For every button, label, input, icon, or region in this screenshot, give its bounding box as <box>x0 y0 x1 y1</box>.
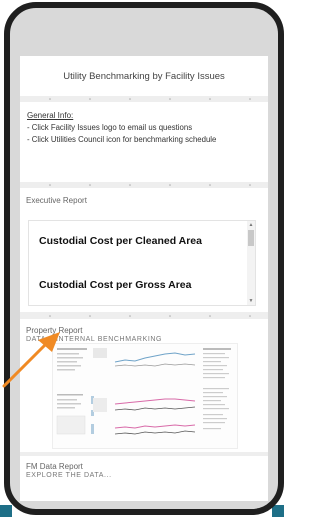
general-info-line[interactable]: - Click Utilities Council icon for bench… <box>27 134 262 146</box>
scroll-down-arrow-icon[interactable]: ▼ <box>248 298 254 304</box>
scroll-up-arrow-icon[interactable]: ▲ <box>248 222 254 228</box>
phone-frame: Utility Benchmarking by Facility Issues … <box>4 2 284 515</box>
fm-data-report-card[interactable]: FM Data Report EXPLORE THE DATA... <box>20 456 268 501</box>
general-info-heading: General Info: <box>27 111 74 120</box>
scroll-thumb[interactable] <box>248 230 254 246</box>
divider-dots <box>49 184 251 186</box>
executive-report-list[interactable]: Custodial Cost per Cleaned Area Custodia… <box>28 220 256 306</box>
property-report-thumbnail[interactable] <box>52 343 238 449</box>
fm-data-report-label: FM Data Report <box>26 462 83 471</box>
executive-report-item[interactable]: Custodial Cost per Cleaned Area <box>39 235 202 247</box>
divider-dots <box>49 98 251 100</box>
list-scrollbar[interactable]: ▲ ▼ <box>247 221 255 305</box>
orange-arrow-icon <box>2 332 60 388</box>
header-card: Utility Benchmarking by Facility Issues <box>20 56 268 96</box>
fm-data-report-subtitle: EXPLORE THE DATA... <box>26 472 112 479</box>
executive-report-item[interactable]: Custodial Cost per Gross Area <box>39 279 191 291</box>
executive-report-card: Executive Report Custodial Cost per Clea… <box>20 188 268 312</box>
app-title: Utility Benchmarking by Facility Issues <box>63 70 225 82</box>
general-info-line[interactable]: - Click Facility Issues logo to email us… <box>27 122 262 134</box>
executive-report-label: Executive Report <box>26 196 87 205</box>
divider-dots <box>49 315 251 317</box>
teal-corner-right <box>272 505 284 517</box>
teal-corner-left <box>0 505 12 517</box>
general-info-card: General Info: - Click Facility Issues lo… <box>20 102 268 182</box>
app-screen: Utility Benchmarking by Facility Issues … <box>20 56 268 501</box>
